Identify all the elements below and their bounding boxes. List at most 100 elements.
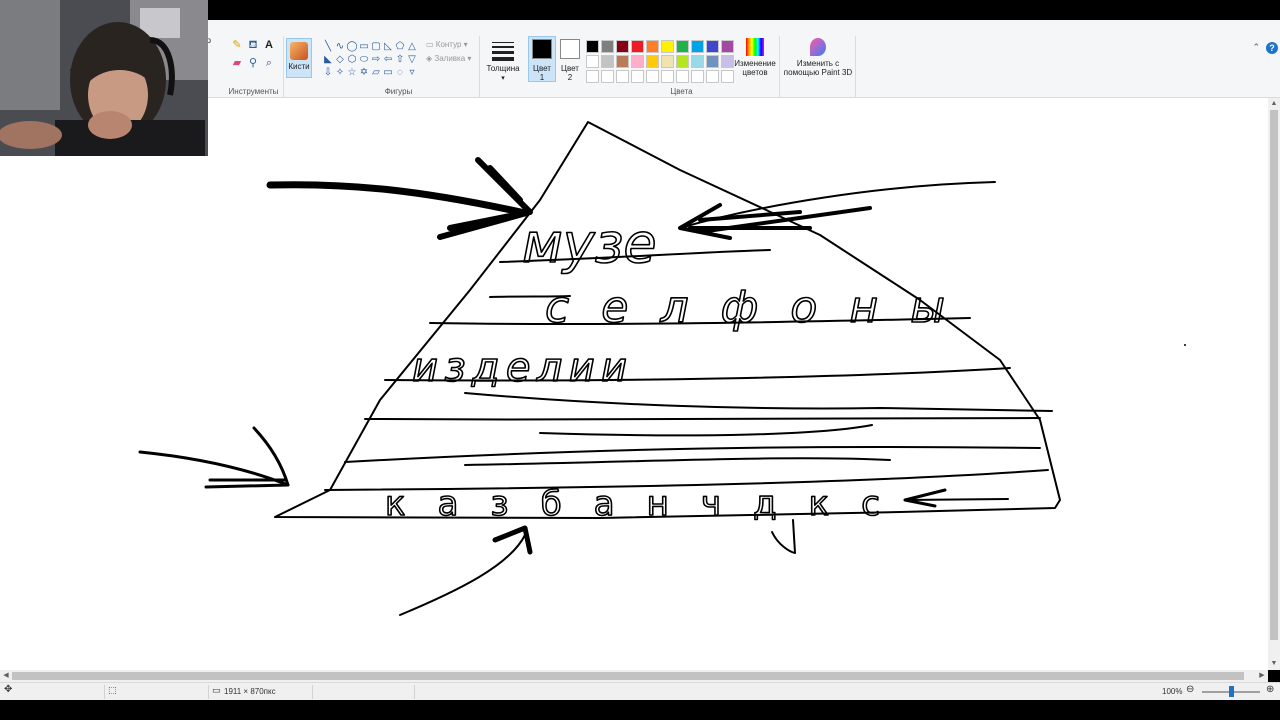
palette-empty-swatch[interactable] (661, 70, 674, 83)
palette-swatch[interactable] (646, 55, 659, 68)
shape-item[interactable]: ▭ (358, 40, 370, 53)
drawing-canvas[interactable]: музе селфоны изделии казбанчдкс (0, 98, 1280, 670)
arrow-right-head (903, 488, 947, 508)
handwriting-second: селфоны (545, 282, 945, 333)
color1-button[interactable]: Цвет 1 (528, 36, 556, 98)
palette-empty-swatch[interactable] (691, 70, 704, 83)
ribbon-collapse-icon[interactable]: ⌃ (1252, 42, 1260, 53)
palette-empty-swatch[interactable] (631, 70, 644, 83)
magnifier-icon[interactable]: ⌕ (262, 56, 276, 70)
fill-dropdown[interactable]: ◈ Заливка ▾ (426, 54, 471, 63)
palette-swatch[interactable] (616, 40, 629, 53)
shape-item[interactable]: ▭ (382, 66, 394, 79)
palette-swatch[interactable] (676, 55, 689, 68)
palette-empty-swatch[interactable] (676, 70, 689, 83)
stroke-bottom-tail (771, 519, 796, 554)
palette-swatch[interactable] (661, 40, 674, 53)
shape-item[interactable]: ◇ (334, 53, 346, 66)
palette-swatch[interactable] (691, 40, 704, 53)
palette-empty-swatch[interactable] (601, 70, 614, 83)
shape-item[interactable]: ◌ (394, 66, 406, 79)
palette-swatch[interactable] (676, 40, 689, 53)
scroll-up-icon[interactable]: ▲ (1268, 98, 1280, 110)
color1-swatch (532, 39, 552, 59)
shape-item[interactable]: ▱ (370, 66, 382, 79)
palette-swatch[interactable] (706, 40, 719, 53)
arrow-top-right (679, 181, 996, 229)
palette-swatch[interactable] (706, 55, 719, 68)
shape-item[interactable]: ⬡ (346, 53, 358, 66)
thickness-group[interactable]: Толщина ▾ (480, 36, 526, 98)
palette-swatch[interactable] (661, 55, 674, 68)
thickness-icon (492, 42, 514, 64)
palette-swatch[interactable] (586, 40, 599, 53)
layer-line (324, 469, 1049, 491)
palette-swatch[interactable] (586, 55, 599, 68)
shape-item[interactable]: ✧ (334, 66, 346, 79)
scroll-right-icon[interactable]: ▶ (1256, 670, 1268, 682)
handwriting-third: изделии (412, 345, 627, 391)
shape-item[interactable]: ⇨ (370, 53, 382, 66)
vertical-scrollbar[interactable]: ▲ ▼ (1268, 98, 1280, 670)
shape-item[interactable]: ✡ (358, 66, 370, 79)
palette-swatch[interactable] (601, 40, 614, 53)
palette-swatch[interactable] (691, 55, 704, 68)
shape-item[interactable]: ▿ (406, 66, 418, 79)
scroll-left-icon[interactable]: ◀ (0, 670, 12, 682)
palette-swatch[interactable] (631, 40, 644, 53)
status-bar: ✥ ⬚ ▭ 1911 × 870пкс 100% ⊖ ⊕ (0, 682, 1280, 700)
layer-line (464, 457, 891, 466)
zoom-in-icon[interactable]: ⊕ (1266, 684, 1274, 695)
zoom-slider-thumb[interactable] (1229, 686, 1234, 697)
shape-item[interactable]: ☆ (346, 66, 358, 79)
layer-line (539, 424, 873, 437)
shape-item[interactable]: ◯ (346, 40, 358, 53)
pencil-icon[interactable]: ✎ (230, 38, 244, 52)
eraser-icon[interactable]: ▰ (230, 56, 244, 70)
outline-dropdown[interactable]: ▭ Контур ▾ (426, 40, 468, 49)
brushes-button[interactable]: Кисти (286, 38, 312, 78)
paint3d-label: Изменить с помощью Paint 3D (783, 59, 853, 77)
palette-swatch[interactable] (601, 55, 614, 68)
shape-item[interactable]: ⇩ (322, 66, 334, 79)
shape-item[interactable]: ◺ (382, 40, 394, 53)
scroll-down-icon[interactable]: ▼ (1268, 658, 1280, 670)
shape-item[interactable]: ∿ (334, 40, 346, 53)
shape-item[interactable]: ◣ (322, 53, 334, 66)
palette-empty-swatch[interactable] (646, 70, 659, 83)
shape-item[interactable]: △ (406, 40, 418, 53)
shape-item[interactable]: ⬠ (394, 40, 406, 53)
fill-bucket-icon[interactable]: ⛾ (246, 38, 260, 52)
palette-empty-swatch[interactable] (586, 70, 599, 83)
color2-label: Цвет 2 (561, 64, 579, 82)
shape-item[interactable]: ⬭ (358, 53, 370, 66)
paint3d-group: Изменить с помощью Paint 3D (780, 36, 856, 98)
tools-group-label: Инструменты (228, 87, 279, 96)
help-icon[interactable]: ? (1266, 42, 1278, 54)
text-tool-icon[interactable]: A (262, 38, 276, 52)
arrow-left-head (204, 426, 290, 489)
fill-label: Заливка (434, 54, 466, 63)
shape-item[interactable]: ▽ (406, 53, 418, 66)
shape-item[interactable]: ╲ (322, 40, 334, 53)
edit-colors-label: Изменение цветов (734, 59, 776, 77)
palette-empty-swatch[interactable] (706, 70, 719, 83)
outline-label: Контур (435, 40, 462, 49)
vertical-scroll-thumb[interactable] (1270, 110, 1278, 640)
edit-colors-button[interactable]: Изменение цветов (732, 38, 778, 77)
canvas-dimensions: 1911 × 870пкс (224, 687, 276, 696)
palette-empty-swatch[interactable] (616, 70, 629, 83)
palette-swatch[interactable] (646, 40, 659, 53)
horizontal-scroll-thumb[interactable] (12, 672, 1244, 680)
palette-swatch[interactable] (631, 55, 644, 68)
palette-swatch[interactable] (616, 55, 629, 68)
shape-item[interactable]: ▢ (370, 40, 382, 53)
canvas-drawing: музе селфоны изделии казбанчдкс (138, 121, 1186, 616)
color2-button[interactable]: Цвет 2 (556, 36, 584, 98)
paint3d-button[interactable]: Изменить с помощью Paint 3D (780, 38, 856, 77)
horizontal-scrollbar[interactable]: ◀ ▶ (0, 670, 1268, 682)
color-picker-icon[interactable]: ⚲ (246, 56, 260, 70)
zoom-out-icon[interactable]: ⊖ (1186, 684, 1194, 695)
shape-item[interactable]: ⇦ (382, 53, 394, 66)
shape-item[interactable]: ⇧ (394, 53, 406, 66)
